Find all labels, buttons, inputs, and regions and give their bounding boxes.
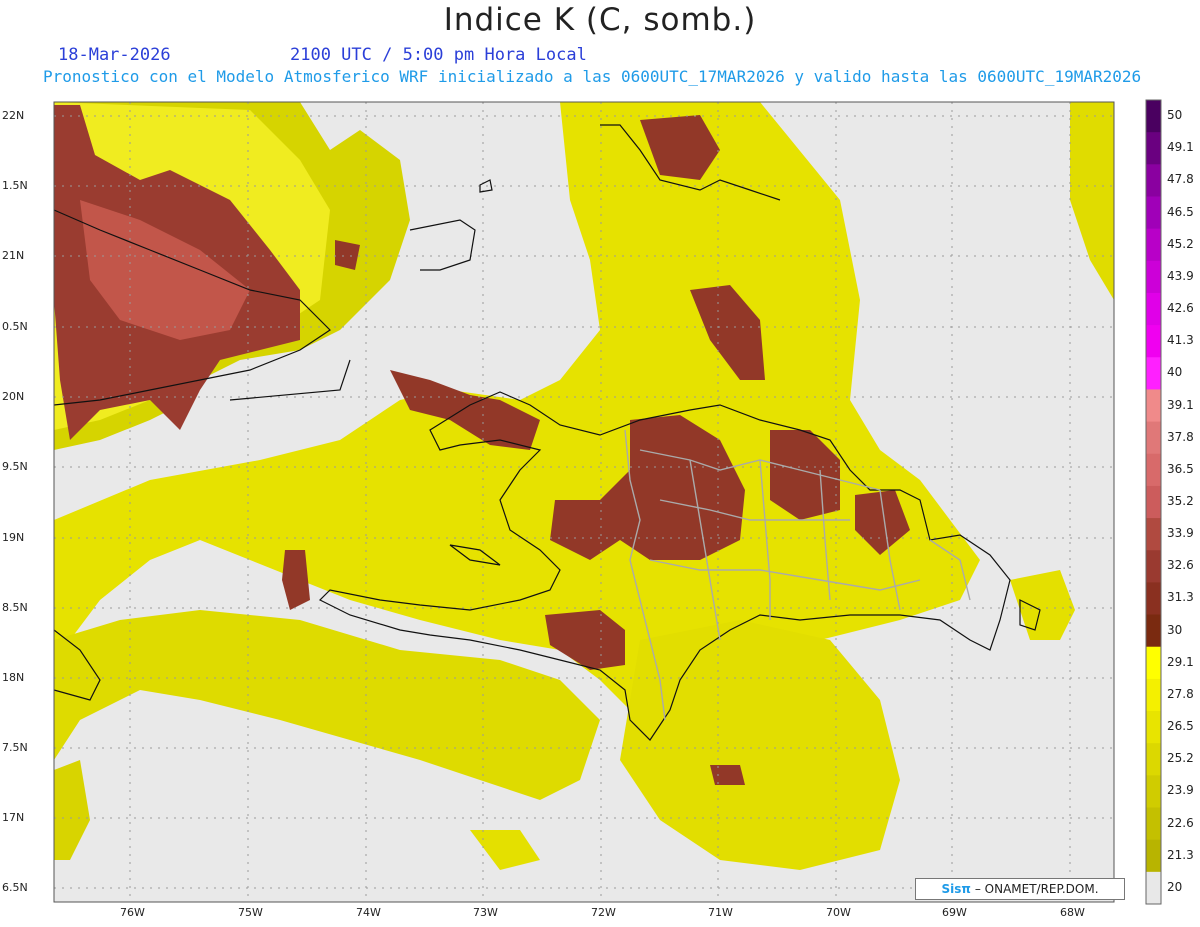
colorbar-label: 49.1	[1167, 140, 1194, 155]
colorbar-label: 31.3	[1167, 590, 1194, 605]
colorbar-label: 45.2	[1167, 236, 1194, 251]
colorbar-label: 32.6	[1167, 558, 1194, 573]
lat-label: 20N	[2, 390, 25, 403]
colorbar-swatch	[1146, 485, 1161, 519]
colorbar-swatch	[1146, 292, 1161, 326]
colorbar-label: 33.9	[1167, 526, 1194, 541]
colorbar-label: 40	[1167, 365, 1183, 380]
colorbar-label: 20	[1167, 879, 1183, 894]
colorbar-swatch	[1146, 325, 1161, 358]
colorbar-label: 36.5	[1167, 461, 1194, 476]
colorbar-label: 27.8	[1167, 686, 1194, 701]
colorbar-label: 47.8	[1167, 172, 1194, 187]
colorbar-swatch	[1146, 807, 1161, 841]
lat-label: 22N	[2, 109, 25, 122]
colorbar-label: 23.9	[1167, 783, 1194, 798]
lon-label: 75W	[238, 906, 263, 919]
lon-label: 70W	[826, 906, 851, 919]
colorbar-label: 25.2	[1167, 751, 1194, 766]
colorbar-label: 42.6	[1167, 301, 1194, 316]
lat-label: 1.5N	[2, 179, 28, 192]
colorbar-swatch	[1146, 646, 1161, 680]
lat-label: 17N	[2, 811, 25, 824]
lat-label: 6.5N	[2, 881, 28, 894]
lon-label: 76W	[120, 906, 145, 919]
colorbar-label: 26.5	[1167, 719, 1194, 734]
credit-box: Sisπ – ONAMET/REP.DOM.	[915, 878, 1125, 900]
colorbar-label: 30	[1167, 622, 1183, 637]
colorbar-swatch	[1146, 743, 1161, 776]
colorbar-swatch	[1146, 582, 1161, 616]
colorbar-swatch	[1146, 871, 1161, 905]
lon-label: 74W	[356, 906, 381, 919]
colorbar-swatch	[1146, 678, 1161, 712]
lat-label: 9.5N	[2, 460, 28, 473]
colorbar-swatch	[1146, 839, 1161, 873]
colorbar-swatch	[1146, 518, 1161, 551]
colorbar-label: 35.2	[1167, 494, 1194, 508]
colorbar-swatch	[1146, 550, 1161, 583]
colorbar-swatch	[1146, 164, 1161, 197]
colorbar-label: 37.8	[1167, 429, 1194, 444]
lon-label: 68W	[1060, 906, 1085, 919]
colorbar-swatch	[1146, 775, 1161, 809]
lon-label: 71W	[708, 906, 733, 919]
colorbar-swatch	[1146, 421, 1161, 455]
lat-label: 18N	[2, 671, 25, 684]
colorbar-swatch	[1146, 260, 1161, 294]
lon-label: 69W	[942, 906, 967, 919]
colorbar-label: 43.9	[1167, 268, 1194, 283]
colorbar-label: 50	[1167, 108, 1183, 123]
colorbar-swatch	[1146, 196, 1161, 230]
colorbar-swatch	[1146, 357, 1161, 390]
colorbar-swatch	[1146, 132, 1161, 165]
colorbar	[1145, 99, 1162, 905]
lat-label: 19N	[2, 531, 25, 544]
colorbar-swatch	[1146, 389, 1161, 423]
colorbar-swatch	[1146, 228, 1161, 262]
colorbar-swatch	[1146, 711, 1161, 744]
colorbar-label: 21.3	[1167, 847, 1194, 862]
credit-text: – ONAMET/REP.DOM.	[974, 882, 1099, 896]
lat-label: 8.5N	[2, 601, 28, 614]
lat-label: 0.5N	[2, 320, 28, 333]
colorbar-label: 46.5	[1167, 204, 1194, 219]
colorbar-label: 29.1	[1167, 654, 1194, 669]
sispi-logo: Sisπ	[941, 882, 971, 896]
lat-label: 21N	[2, 249, 25, 262]
lon-label: 73W	[473, 906, 498, 919]
lon-label: 72W	[591, 906, 616, 919]
lat-label: 7.5N	[2, 741, 28, 754]
colorbar-label: 22.6	[1167, 815, 1194, 830]
map-canvas	[53, 99, 1162, 905]
colorbar-label: 41.3	[1167, 333, 1194, 348]
colorbar-label: 39.1	[1167, 397, 1194, 412]
colorbar-swatch	[1146, 100, 1161, 133]
colorbar-swatch	[1146, 453, 1161, 487]
colorbar-swatch	[1146, 614, 1161, 648]
